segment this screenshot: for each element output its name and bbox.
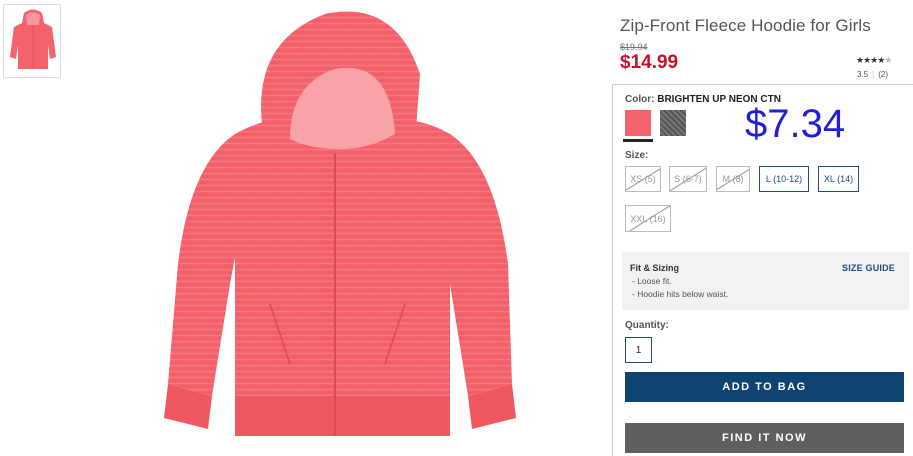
fit-sizing-title: Fit & Sizing <box>630 263 679 273</box>
size-option-xs[interactable]: XS (5) <box>625 166 661 192</box>
rating-summary[interactable]: 3.5 | (2) <box>857 70 888 79</box>
color-label-text: Color: <box>625 94 655 105</box>
size-option-xxl[interactable]: XXL (16) <box>625 205 671 232</box>
size-label: Size: <box>625 150 649 161</box>
fit-detail-line: - Loose fit. <box>632 276 672 286</box>
size-option-label: XS (5) <box>630 174 656 184</box>
size-option-label: L (10-12) <box>765 174 803 184</box>
size-option-label: M (8) <box>722 174 744 184</box>
selected-swatch-indicator <box>623 139 653 142</box>
size-option-l[interactable]: L (10-12) <box>759 166 809 192</box>
original-price: $19.94 <box>620 42 648 52</box>
size-option-label: XXL (16) <box>630 213 666 224</box>
product-thumbnail[interactable] <box>3 4 61 78</box>
size-option-s[interactable]: S (6-7) <box>669 166 707 192</box>
hoodie-image <box>164 11 516 436</box>
fit-detail-line: - Hoodie hits below waist. <box>632 289 729 299</box>
product-main-image <box>150 4 530 456</box>
quantity-input[interactable]: 1 <box>625 337 652 363</box>
hoodie-thumbnail-image <box>10 9 56 69</box>
review-count[interactable]: (2) <box>878 70 888 79</box>
rating-separator: | <box>872 70 875 79</box>
size-guide-link[interactable]: SIZE GUIDE <box>842 263 895 273</box>
color-swatch-charcoal[interactable] <box>660 110 686 136</box>
product-title: Zip-Front Fleece Hoodie for Girls <box>620 16 871 35</box>
quantity-label: Quantity: <box>625 320 669 331</box>
size-option-label: XL (14) <box>823 174 854 184</box>
rating-stars[interactable]: ★★★★★ <box>856 55 892 66</box>
size-option-label: S (6-7) <box>674 174 702 184</box>
overlay-price: $7.34 <box>745 102 846 146</box>
rating-value: 3.5 <box>857 70 869 79</box>
star-empty-icon: ★ <box>884 55 892 65</box>
color-swatch-coral[interactable] <box>625 110 651 136</box>
add-to-bag-button[interactable]: ADD TO BAG <box>625 372 904 402</box>
find-it-now-button[interactable]: FIND IT NOW <box>625 423 904 453</box>
size-option-m[interactable]: M (8) <box>716 166 750 192</box>
size-option-xl[interactable]: XL (14) <box>818 166 859 192</box>
sale-price: $14.99 <box>620 52 679 73</box>
